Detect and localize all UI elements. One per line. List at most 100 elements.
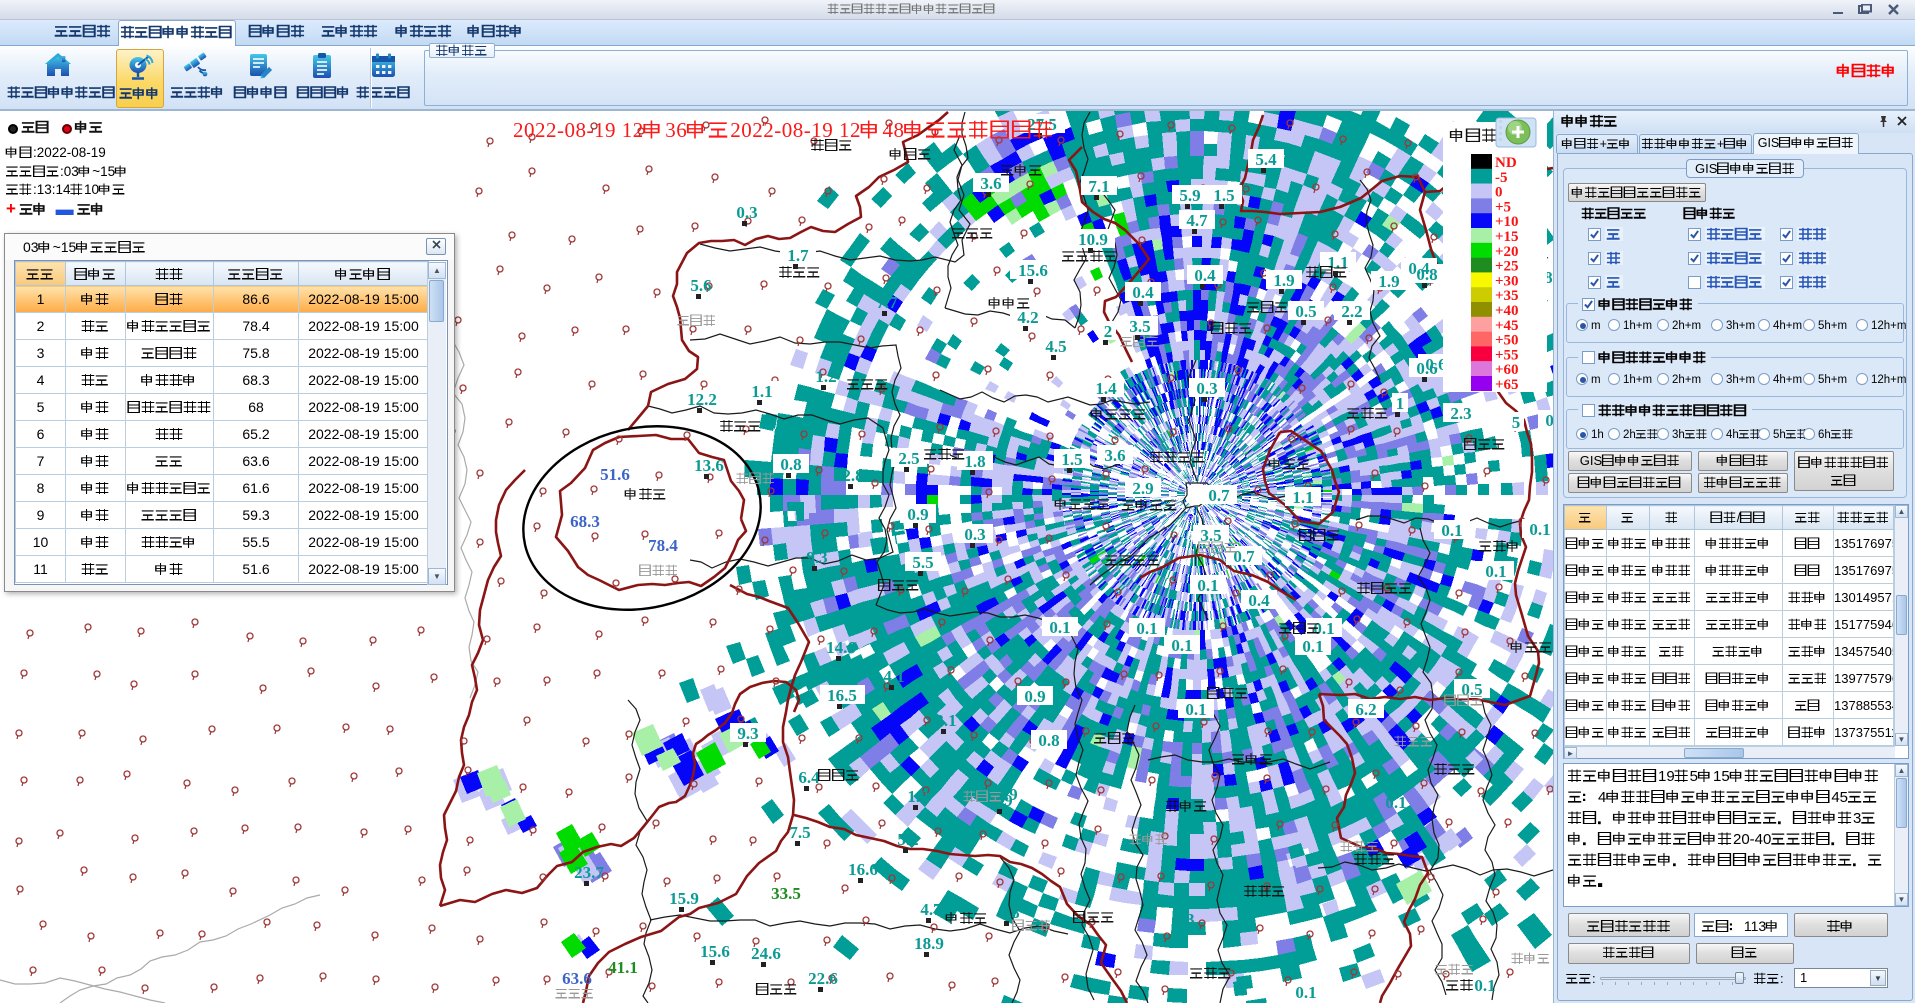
svg-text:城隍镇: 城隍镇 bbox=[624, 487, 667, 501]
svg-text:6.4: 6.4 bbox=[798, 769, 820, 786]
svg-text:双凤镇: 双凤镇 bbox=[817, 768, 860, 782]
svg-text:山心镇: 山心镇 bbox=[778, 265, 821, 279]
svg-text:14.6: 14.6 bbox=[826, 639, 856, 656]
svg-text:+5: +5 bbox=[1495, 199, 1511, 214]
svg-text:径口镇: 径口镇 bbox=[1072, 910, 1115, 924]
svg-text:0.8: 0.8 bbox=[780, 456, 801, 473]
svg-text:0.1: 0.1 bbox=[1295, 984, 1316, 1001]
svg-text:城西街道: 城西街道 bbox=[1054, 497, 1111, 511]
svg-text:3.6: 3.6 bbox=[980, 175, 1001, 192]
svg-text:ND: ND bbox=[1495, 155, 1517, 170]
svg-text:13.6: 13.6 bbox=[694, 457, 724, 474]
svg-text:33.5: 33.5 bbox=[771, 885, 801, 902]
svg-text:18.9: 18.9 bbox=[914, 935, 944, 952]
svg-text:16.5: 16.5 bbox=[827, 687, 857, 704]
svg-text:-5: -5 bbox=[1495, 170, 1508, 185]
svg-text:+20: +20 bbox=[1495, 244, 1519, 259]
svg-text:平山镇: 平山镇 bbox=[924, 447, 966, 461]
svg-text:0.8: 0.8 bbox=[1545, 412, 1553, 429]
svg-text:4.1: 4.1 bbox=[883, 668, 904, 685]
svg-text:樟资乡: 樟资乡 bbox=[677, 314, 716, 327]
svg-text:+30: +30 bbox=[1495, 273, 1519, 288]
svg-text:0.9: 0.9 bbox=[1024, 688, 1045, 705]
svg-text:15.6: 15.6 bbox=[700, 943, 730, 960]
svg-text:4.7: 4.7 bbox=[920, 901, 942, 918]
svg-text:蒲塘镇: 蒲塘镇 bbox=[889, 147, 932, 161]
svg-text:0.4: 0.4 bbox=[1248, 592, 1270, 609]
svg-text:+25: +25 bbox=[1495, 259, 1519, 274]
svg-text:1.8: 1.8 bbox=[964, 453, 985, 470]
svg-text:1.2: 1.2 bbox=[815, 368, 836, 385]
svg-text:城北街道: 城北街道 bbox=[1090, 407, 1147, 421]
svg-text:六麻镇: 六麻镇 bbox=[1394, 735, 1433, 748]
svg-text:0.1: 0.1 bbox=[1529, 521, 1550, 538]
svg-text:沙塘镇: 沙塘镇 bbox=[810, 138, 853, 152]
svg-text:15.9: 15.9 bbox=[669, 890, 699, 907]
svg-text:7.1: 7.1 bbox=[1088, 178, 1109, 195]
svg-text:+45: +45 bbox=[1495, 318, 1519, 333]
svg-text:石窝镇: 石窝镇 bbox=[1435, 963, 1474, 976]
svg-text:63.6: 63.6 bbox=[562, 970, 592, 987]
svg-text:1.9: 1.9 bbox=[1273, 272, 1294, 289]
svg-text:温泉镇: 温泉镇 bbox=[1243, 884, 1286, 898]
svg-text:15.6: 15.6 bbox=[1018, 262, 1048, 279]
svg-text:民乐镇: 民乐镇 bbox=[1305, 265, 1348, 279]
svg-text:铁联乡: 铁联乡 bbox=[736, 472, 775, 485]
svg-text:10.9: 10.9 bbox=[1078, 231, 1108, 248]
svg-text:0.3: 0.3 bbox=[1196, 380, 1217, 397]
svg-text:1.1: 1.1 bbox=[1292, 489, 1313, 506]
svg-text:+60: +60 bbox=[1495, 362, 1519, 377]
svg-text:16.6: 16.6 bbox=[848, 861, 878, 878]
svg-text:2.2: 2.2 bbox=[1341, 303, 1362, 320]
svg-text:马坡镇: 马坡镇 bbox=[1206, 686, 1249, 700]
svg-text:葵阳镇: 葵阳镇 bbox=[719, 419, 762, 433]
svg-text:5.2: 5.2 bbox=[897, 831, 918, 848]
svg-text:0.1: 0.1 bbox=[1136, 620, 1157, 637]
svg-text:+35: +35 bbox=[1495, 288, 1519, 303]
svg-text:5.4: 5.4 bbox=[1255, 151, 1277, 168]
svg-text:1.5: 1.5 bbox=[1213, 187, 1234, 204]
svg-text:0.9: 0.9 bbox=[907, 506, 928, 523]
svg-text:0.3: 0.3 bbox=[1173, 911, 1194, 928]
svg-text:沙坡镇: 沙坡镇 bbox=[1353, 852, 1396, 866]
svg-text:+10: +10 bbox=[1495, 214, 1519, 229]
svg-text:3.6: 3.6 bbox=[1104, 447, 1125, 464]
svg-text:0: 0 bbox=[1495, 185, 1503, 200]
svg-text:41.1: 41.1 bbox=[608, 959, 638, 976]
svg-text:0.1: 0.1 bbox=[1410, 749, 1431, 766]
svg-text:平乐镇: 平乐镇 bbox=[1279, 621, 1321, 635]
svg-text:1.9: 1.9 bbox=[1378, 273, 1399, 290]
svg-text:基本反: 基本反 bbox=[1449, 128, 1498, 144]
svg-text:0.7: 0.7 bbox=[1208, 487, 1230, 504]
svg-text:0.4: 0.4 bbox=[1408, 260, 1430, 277]
svg-text:+40: +40 bbox=[1495, 303, 1519, 318]
svg-text:石南镇: 石南镇 bbox=[847, 377, 889, 391]
svg-text:+65: +65 bbox=[1495, 377, 1519, 392]
svg-text:1.1: 1.1 bbox=[751, 383, 772, 400]
svg-text:5: 5 bbox=[1512, 414, 1521, 431]
svg-text:大桥镇: 大桥镇 bbox=[1190, 966, 1232, 980]
svg-text:清水口镇: 清水口镇 bbox=[1356, 581, 1413, 595]
svg-text:23.7: 23.7 bbox=[574, 864, 604, 881]
svg-text:2.5: 2.5 bbox=[898, 450, 919, 467]
svg-text:0.1: 0.1 bbox=[1171, 637, 1192, 654]
svg-text:南江街道: 南江街道 bbox=[1105, 553, 1161, 567]
svg-text:成均镇: 成均镇 bbox=[877, 578, 920, 592]
svg-text:卖酒镇: 卖酒镇 bbox=[988, 296, 1031, 310]
svg-text:六麻镇: 六麻镇 bbox=[1433, 762, 1476, 776]
svg-text:12.2: 12.2 bbox=[687, 391, 717, 408]
svg-text:7.5: 7.5 bbox=[789, 824, 810, 841]
svg-text:径口乡: 径口乡 bbox=[1011, 919, 1051, 932]
svg-text:4.5: 4.5 bbox=[1045, 338, 1066, 355]
svg-text:新圩镇: 新圩镇 bbox=[1210, 321, 1253, 335]
svg-text:0.5: 0.5 bbox=[1295, 303, 1316, 320]
svg-text:4.7: 4.7 bbox=[1186, 212, 1208, 229]
svg-text:0.1: 0.1 bbox=[1474, 977, 1495, 994]
svg-text:六靖镇: 六靖镇 bbox=[1511, 952, 1550, 965]
svg-text:22.6: 22.6 bbox=[808, 970, 838, 987]
svg-text:7.7: 7.7 bbox=[876, 294, 898, 311]
svg-text:0.1: 0.1 bbox=[1385, 794, 1406, 811]
svg-text:北市镇: 北市镇 bbox=[1001, 163, 1043, 177]
svg-text:0.3: 0.3 bbox=[964, 526, 985, 543]
svg-text:+50: +50 bbox=[1495, 333, 1519, 348]
